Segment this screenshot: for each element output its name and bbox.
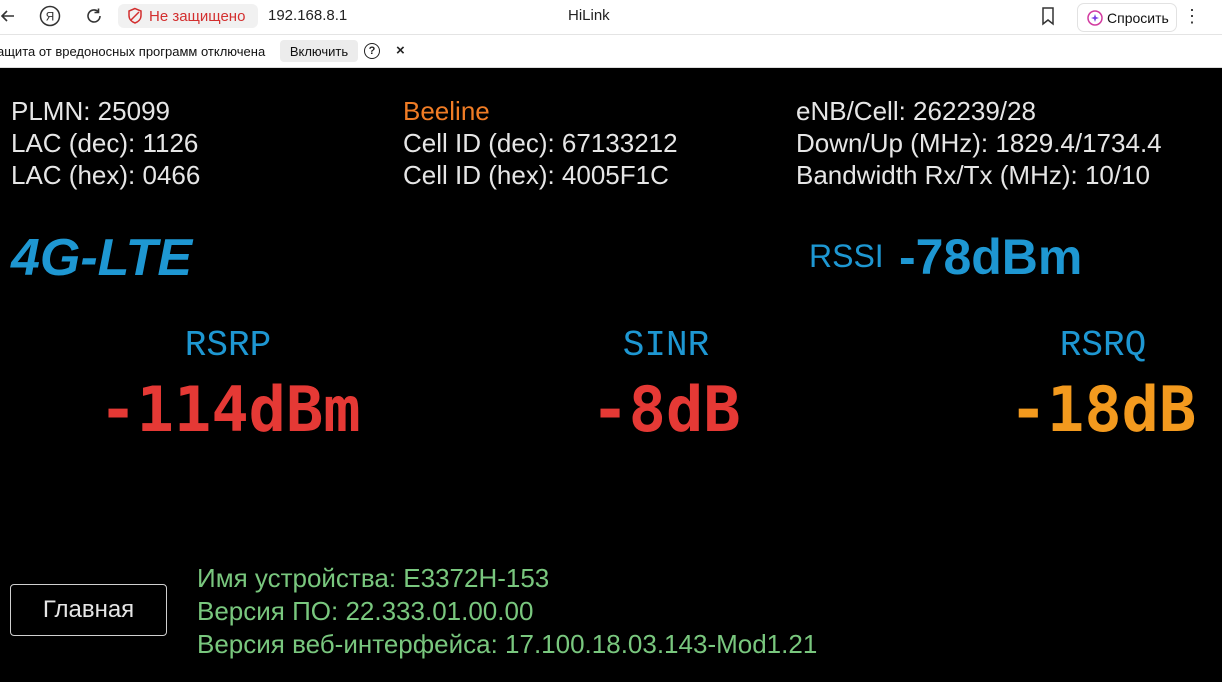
device-name-text: Имя устройства: E3372H-153 bbox=[197, 563, 550, 593]
operator-name: Beeline bbox=[403, 96, 490, 126]
lac-hex-text: LAC (hex): 0466 bbox=[11, 160, 201, 190]
browser-toolbar: Я Не защищено 192.168.8.1 HiLink Спросит… bbox=[0, 0, 1222, 35]
close-infobar-icon[interactable]: × bbox=[396, 42, 405, 59]
plmn-text: PLMN: 25099 bbox=[11, 96, 170, 126]
home-button[interactable]: Главная bbox=[10, 584, 167, 636]
back-arrow-icon[interactable] bbox=[0, 4, 20, 28]
ai-spark-icon bbox=[1087, 9, 1103, 26]
device-info: Имя устройства: E3372H-153 Версия ПО: 22… bbox=[197, 562, 817, 661]
cell-info-column-3: eNB/Cell: 262239/28 Down/Up (MHz): 1829.… bbox=[796, 95, 1162, 191]
yandex-logo-icon[interactable]: Я bbox=[38, 4, 62, 28]
network-type: 4G-LTE bbox=[11, 229, 193, 287]
cell-id-dec-text: Cell ID (dec): 67133212 bbox=[403, 128, 678, 158]
rssi-label: RSSI bbox=[809, 238, 884, 274]
rsrp-label: RSRP bbox=[184, 325, 272, 366]
bookmark-icon[interactable] bbox=[1038, 5, 1058, 27]
shield-warning-icon bbox=[128, 7, 142, 24]
svg-text:Я: Я bbox=[46, 10, 55, 24]
lac-dec-text: LAC (dec): 1126 bbox=[11, 128, 199, 158]
help-icon[interactable]: ? bbox=[364, 43, 380, 59]
firmware-version-text: Версия ПО: 22.333.01.00.00 bbox=[197, 596, 534, 626]
ask-ai-label: Спросить bbox=[1107, 9, 1169, 26]
frequency-text: Down/Up (MHz): 1829.4/1734.4 bbox=[796, 128, 1162, 158]
cell-info-column-2: Beeline Cell ID (dec): 67133212 Cell ID … bbox=[403, 95, 678, 191]
rsrp-value: -114dBm bbox=[99, 373, 361, 446]
webui-version-text: Версия веб-интерфейса: 17.100.18.03.143-… bbox=[197, 629, 818, 659]
infobar-message: ащита от вредоносных программ отключена bbox=[0, 44, 266, 59]
cell-info-column-1: PLMN: 25099 LAC (dec): 1126 LAC (hex): 0… bbox=[11, 95, 200, 191]
cell-id-hex-text: Cell ID (hex): 4005F1C bbox=[403, 160, 669, 190]
address-bar[interactable]: 192.168.8.1 bbox=[268, 7, 347, 24]
rsrq-label: RSRQ bbox=[1059, 325, 1147, 366]
reload-icon[interactable] bbox=[82, 4, 106, 28]
enable-protection-button[interactable]: Включить bbox=[280, 40, 358, 62]
rsrq-value: -18dB bbox=[1009, 373, 1197, 446]
rssi-value: -78dBm bbox=[899, 229, 1083, 285]
enb-cell-text: eNB/Cell: 262239/28 bbox=[796, 96, 1036, 126]
bandwidth-text: Bandwidth Rx/Tx (MHz): 10/10 bbox=[796, 160, 1151, 190]
security-indicator[interactable]: Не защищено bbox=[118, 4, 258, 28]
more-menu-icon[interactable]: ⋮ bbox=[1183, 4, 1201, 28]
security-text: Не защищено bbox=[149, 7, 246, 25]
ask-ai-button[interactable]: Спросить bbox=[1077, 3, 1177, 32]
protection-infobar: ащита от вредоносных программ отключена … bbox=[0, 35, 1222, 68]
sinr-value: -8dB bbox=[591, 373, 741, 446]
tab-title: HiLink bbox=[568, 7, 610, 24]
sinr-label: SINR bbox=[622, 325, 710, 366]
